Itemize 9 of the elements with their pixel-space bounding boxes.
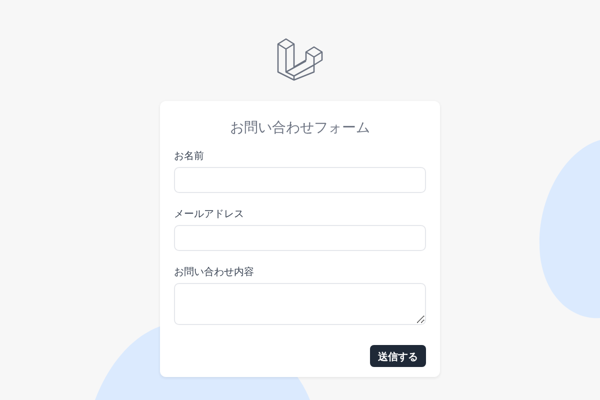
logo-icon [277, 38, 323, 81]
field-label: お問い合わせ内容 [174, 266, 255, 279]
field-label: メールアドレス [174, 208, 245, 221]
form-title: お問い合わせフォーム [230, 119, 370, 137]
message-field[interactable] [174, 283, 426, 325]
submit-button[interactable]: 送信する [370, 345, 426, 367]
field-label: お名前 [174, 150, 205, 163]
input-field[interactable] [174, 225, 426, 251]
input-field[interactable] [174, 167, 426, 193]
